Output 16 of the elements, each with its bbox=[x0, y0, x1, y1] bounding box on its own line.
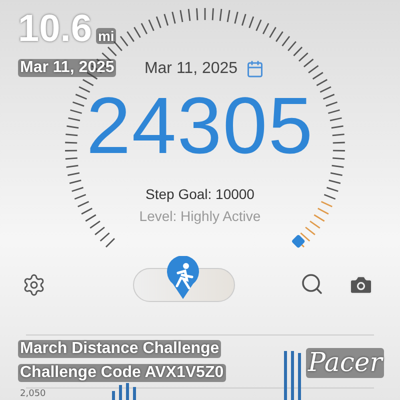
brand-logo: Pacer bbox=[308, 348, 382, 378]
activity-level: Level: Highly Active bbox=[139, 208, 261, 224]
step-count: 24305 bbox=[86, 86, 314, 166]
distance-value: 10.6 bbox=[18, 8, 92, 50]
axis-label: 2,050 bbox=[20, 389, 46, 399]
progress-marker bbox=[291, 234, 306, 248]
runner-pin-icon[interactable] bbox=[165, 256, 201, 300]
bar-cluster-drawing bbox=[284, 351, 301, 400]
selected-date[interactable]: Mar 11, 2025 bbox=[144, 60, 238, 78]
overlay-date: Mar 11, 2025 bbox=[18, 59, 116, 77]
calendar-icon[interactable] bbox=[246, 60, 264, 78]
bar-cluster-drawing bbox=[112, 383, 136, 400]
challenge-code: Challenge Code AVX1V5Z0 bbox=[18, 364, 226, 382]
step-goal: Step Goal: 10000 bbox=[146, 186, 254, 202]
challenge-title: March Distance Challenge bbox=[18, 340, 222, 358]
settings-icon[interactable] bbox=[22, 273, 46, 297]
